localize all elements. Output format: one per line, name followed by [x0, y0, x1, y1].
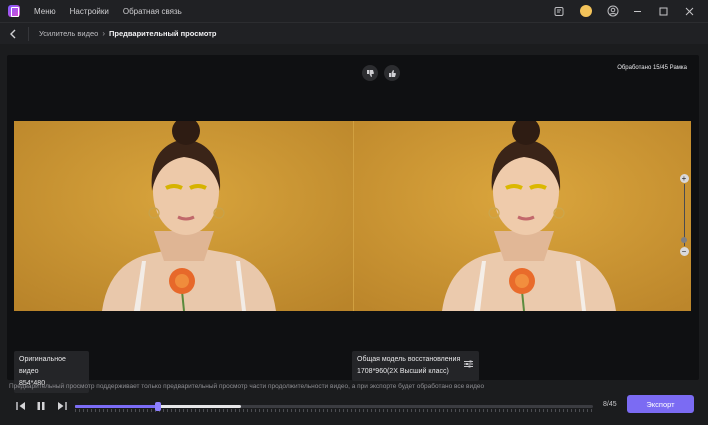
back-arrow-icon[interactable]	[2, 23, 24, 45]
account-icon[interactable]	[602, 0, 624, 22]
zoom-control: + −	[678, 174, 690, 258]
enhanced-video-frame	[352, 121, 691, 311]
export-button[interactable]: Экспорт	[627, 395, 694, 413]
thumbs-down-icon[interactable]	[362, 65, 378, 81]
thumbs-up-icon[interactable]	[384, 65, 400, 81]
menu-item-settings[interactable]: Настройки	[70, 7, 109, 16]
title-bar-actions	[543, 0, 702, 22]
zoom-slider-handle[interactable]	[681, 237, 687, 243]
model-label: Общая модель восстановления 1708*960(2X …	[352, 351, 479, 381]
maximize-icon[interactable]	[650, 0, 676, 22]
breadcrumb: Усилитель видео › Предварительный просмо…	[0, 22, 708, 44]
title-bar: Меню Настройки Обратная связь	[0, 0, 708, 22]
pause-icon[interactable]	[34, 399, 48, 413]
settings-sliders-icon[interactable]	[464, 360, 473, 370]
comparison-video	[14, 121, 691, 311]
model-label-title: Общая модель восстановления	[357, 356, 461, 363]
timeline-progress	[75, 405, 158, 408]
app-logo-icon	[8, 5, 20, 17]
preview-notice: Предварительный просмотр поддерживает то…	[9, 383, 485, 390]
premium-badge-icon[interactable]	[575, 0, 597, 22]
feedback-buttons	[362, 65, 406, 81]
timeline-ticks	[75, 409, 593, 412]
menu-item-feedback[interactable]: Обратная связь	[123, 7, 182, 16]
breadcrumb-current: Предварительный просмотр	[108, 29, 217, 38]
timeline-handle[interactable]	[154, 402, 161, 411]
timeline-scrubber[interactable]	[75, 402, 593, 412]
notes-icon[interactable]	[548, 0, 570, 22]
main-menu: Меню Настройки Обратная связь	[34, 7, 196, 16]
original-label-title: Оригинальное видео	[19, 356, 66, 375]
frame-counter: 8/45	[603, 401, 617, 408]
divider	[28, 26, 29, 41]
previous-frame-icon[interactable]	[14, 399, 28, 413]
player-controls: 8/45 Экспорт	[0, 395, 708, 419]
menu-item-menu[interactable]: Меню	[34, 7, 56, 16]
minimize-icon[interactable]	[624, 0, 650, 22]
original-video-frame	[14, 121, 353, 311]
zoom-out-icon[interactable]: −	[679, 247, 689, 256]
next-frame-icon[interactable]	[54, 399, 68, 413]
model-resolution: 1708*960(2X Высший класс)	[357, 368, 449, 375]
chevron-right-icon: ›	[102, 29, 105, 38]
zoom-in-icon[interactable]: +	[679, 174, 689, 183]
processed-frames-text: Обработано 15/45 Рамка	[617, 65, 687, 71]
breadcrumb-parent[interactable]: Усилитель видео	[39, 29, 98, 38]
close-icon[interactable]	[676, 0, 702, 22]
